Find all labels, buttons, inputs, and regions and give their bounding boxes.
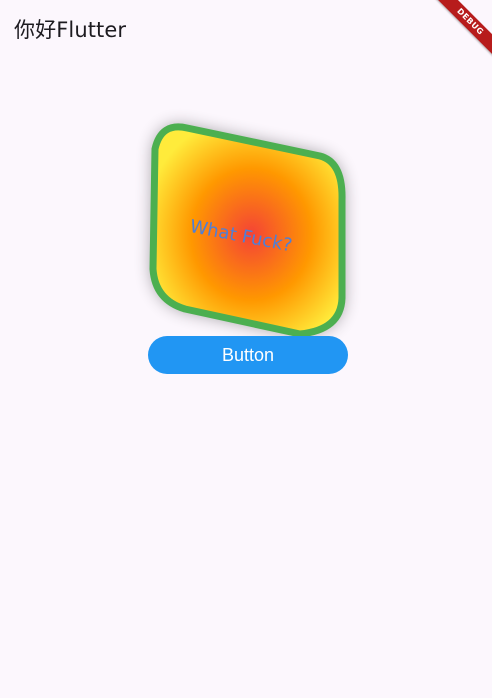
primary-button[interactable]: Button <box>148 336 348 374</box>
app-screen: 你好Flutter DEBUG What Fuck? Button <box>0 0 492 698</box>
debug-banner: DEBUG <box>432 0 492 60</box>
debug-banner-label: DEBUG <box>433 0 492 59</box>
appbar-title: 你好Flutter <box>14 18 127 42</box>
